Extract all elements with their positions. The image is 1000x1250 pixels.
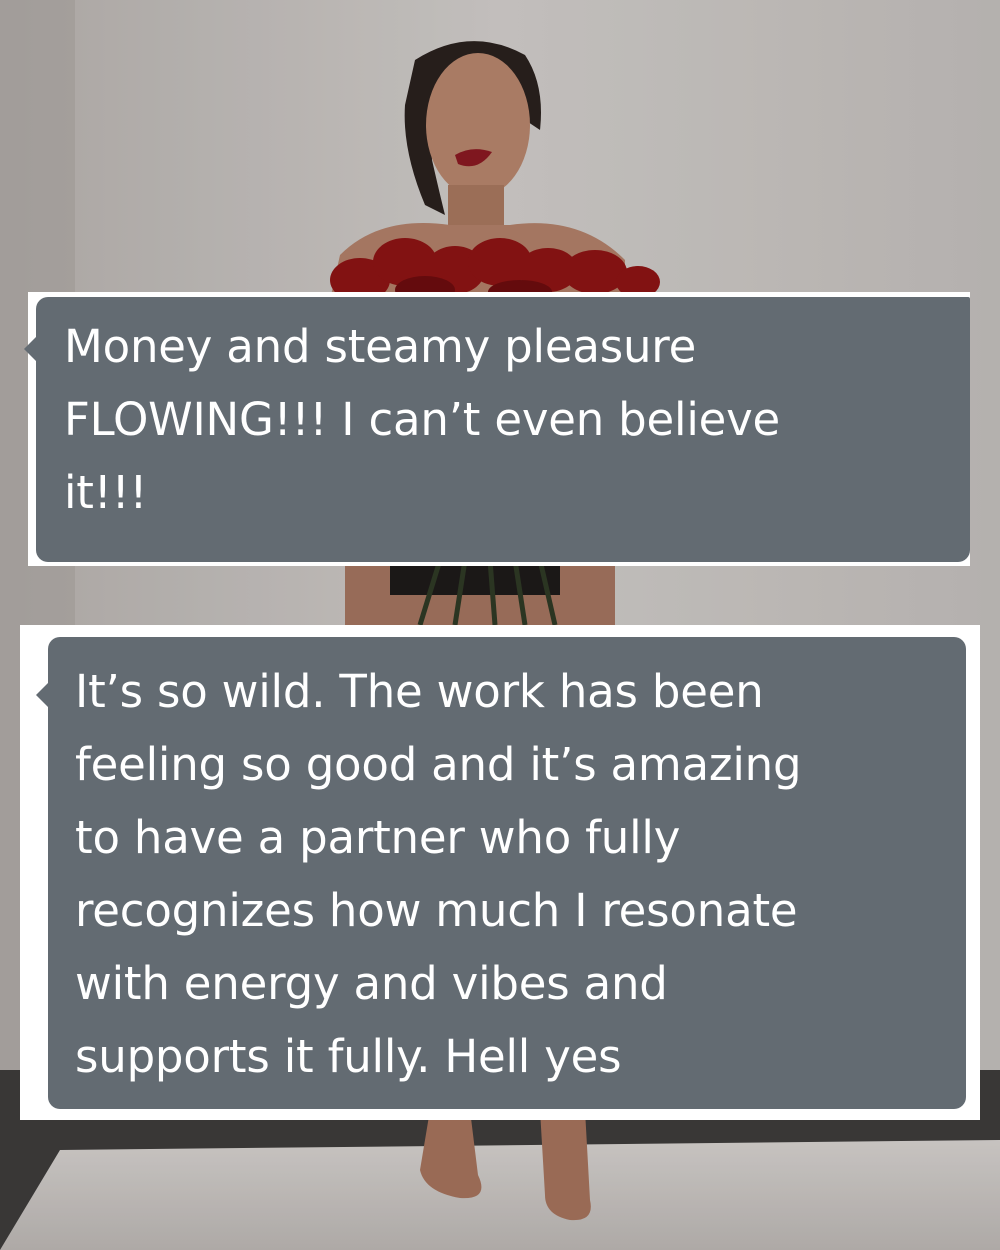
post-image: Money and steamy pleasure FLOWING!!! I c… xyxy=(0,0,1000,1250)
message-bubble-2: It’s so wild. The work has been feeling … xyxy=(48,637,966,1109)
message-bubble-1: Money and steamy pleasure FLOWING!!! I c… xyxy=(36,297,970,562)
